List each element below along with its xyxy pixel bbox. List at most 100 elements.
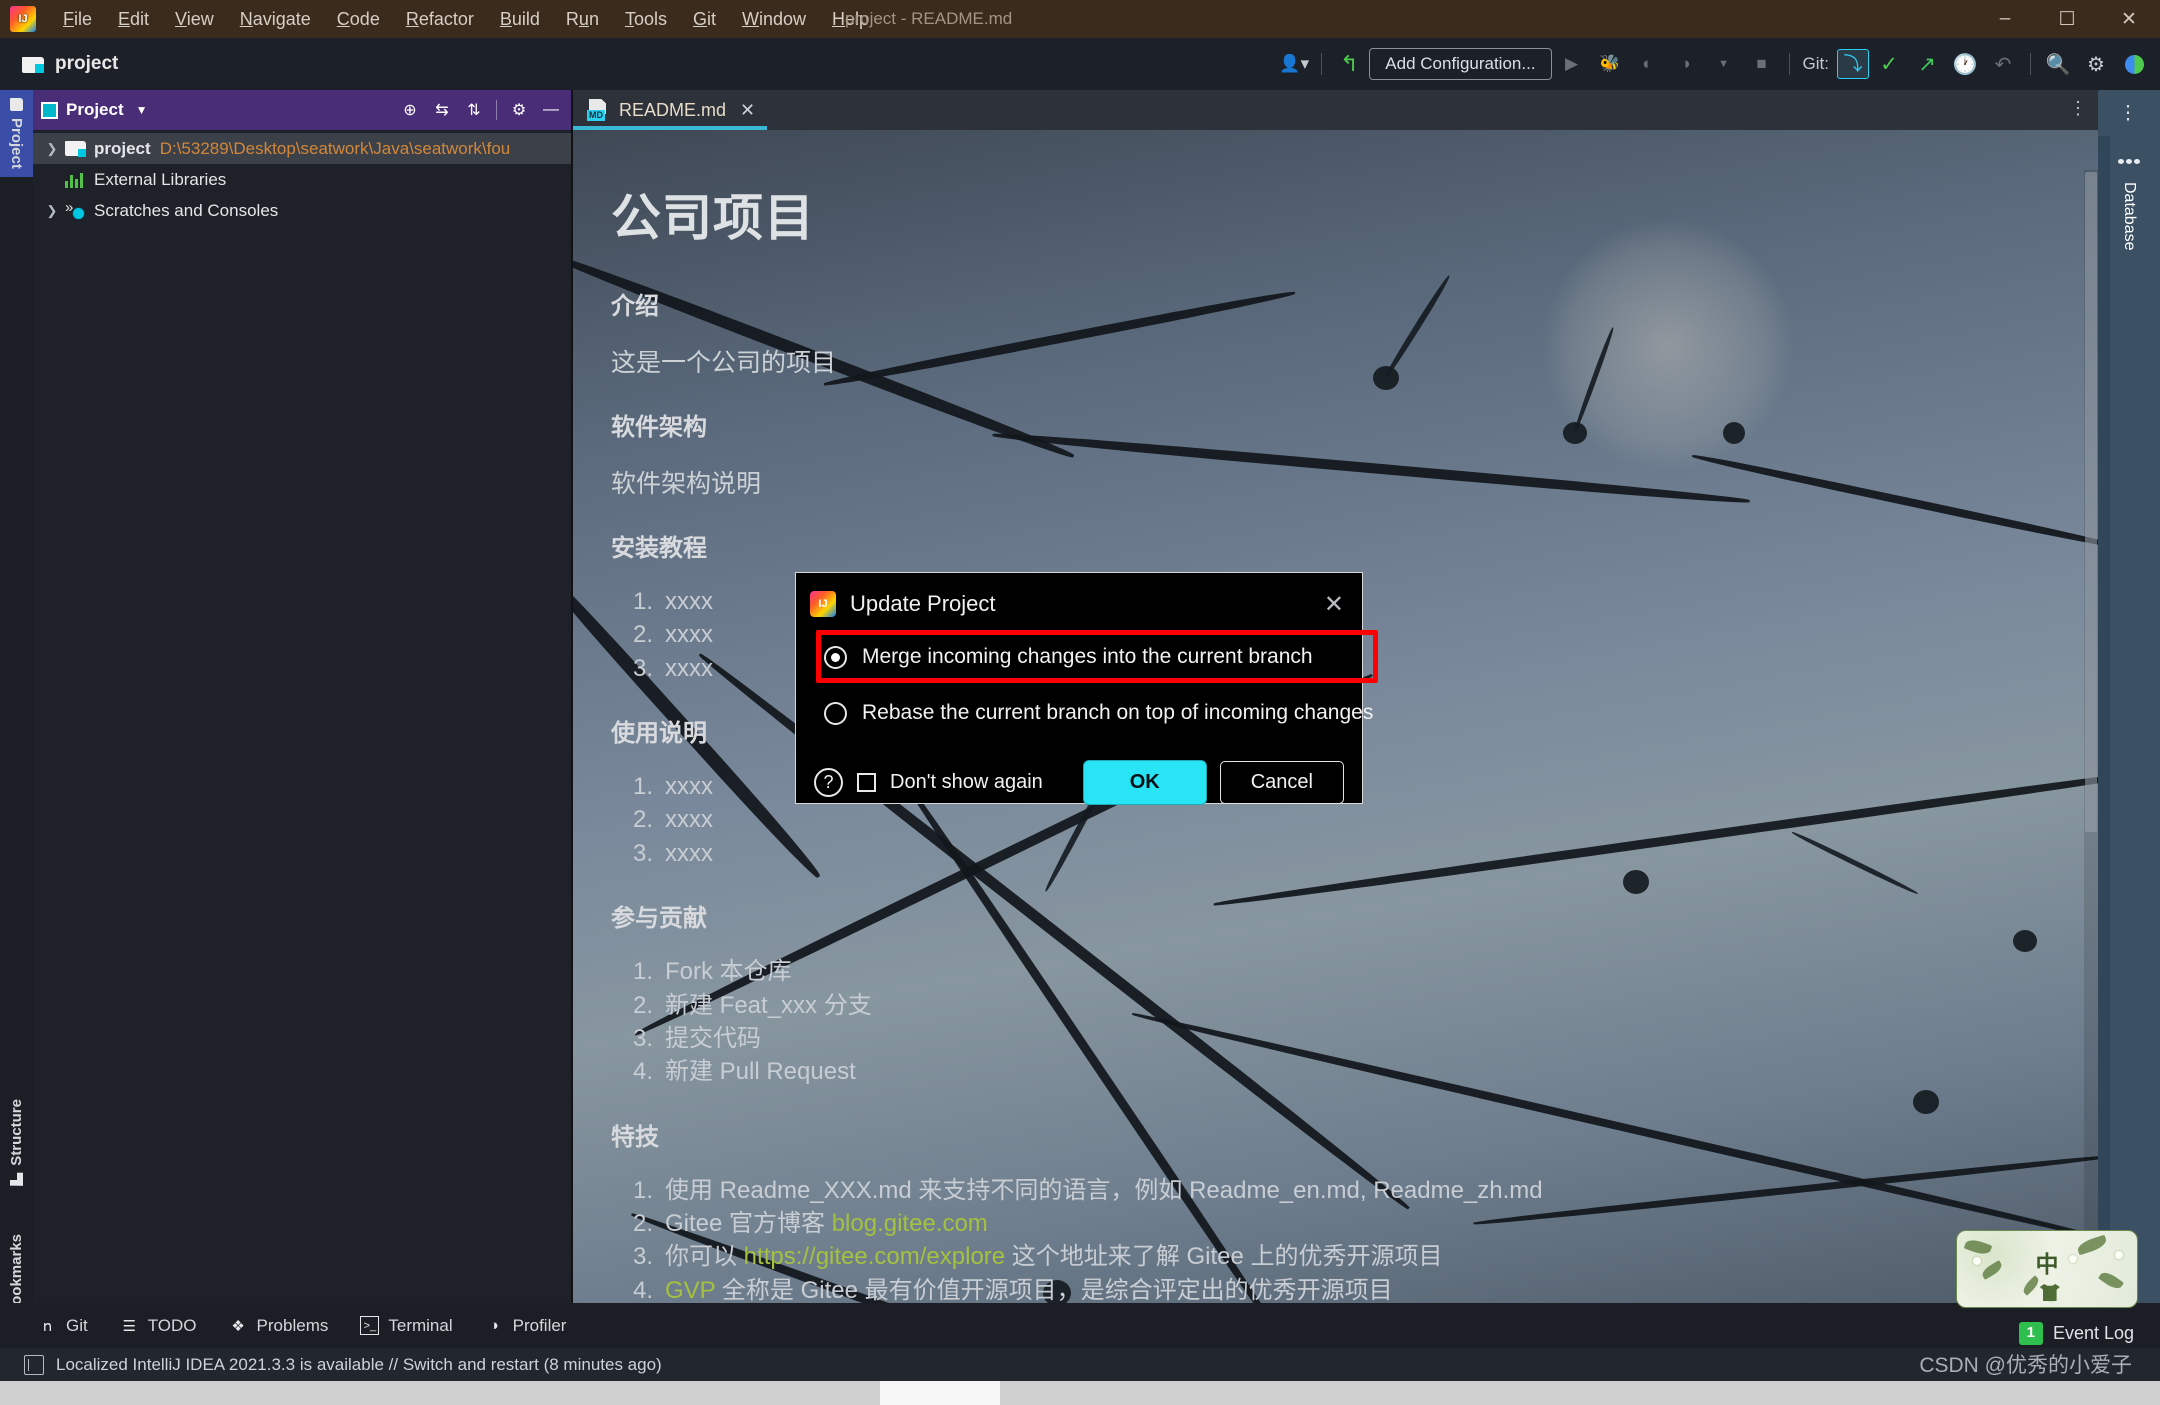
- menu-item-navigate[interactable]: Navigate: [227, 5, 324, 34]
- search-icon[interactable]: 🔍: [2040, 46, 2076, 82]
- stop-icon[interactable]: ■: [1744, 46, 1780, 82]
- menu-item-edit[interactable]: Edit: [105, 5, 162, 34]
- chevron-down-icon[interactable]: ▼: [1706, 46, 1742, 82]
- menu-item-tools[interactable]: Tools: [612, 5, 680, 34]
- sidebar-item-project[interactable]: Project: [0, 90, 33, 177]
- maximize-button[interactable]: ☐: [2036, 0, 2098, 38]
- close-icon[interactable]: ✕: [740, 100, 755, 121]
- profiler-icon: ◑: [489, 1317, 499, 1334]
- main-toolbar: project 👤▾ ↰ Add Configuration... ▶ 🐝 ◐ …: [0, 38, 2160, 90]
- todo-list-icon: ☰: [122, 1317, 136, 1335]
- update-project-dialog: Update Project ✕ Merge incoming changes …: [795, 572, 1378, 804]
- user-profile-icon[interactable]: 👤▾: [1276, 46, 1312, 82]
- radio-button-selected-icon[interactable]: [824, 645, 847, 669]
- list-item: 2. 新建 Feat_xxx 分支: [633, 991, 872, 1019]
- radio-button-icon[interactable]: [824, 701, 847, 725]
- menu-item-run[interactable]: Run: [553, 5, 612, 34]
- undo-arrow-icon[interactable]: ↰: [1331, 46, 1367, 82]
- help-icon[interactable]: ?: [814, 768, 843, 797]
- run-with-coverage-icon[interactable]: ◐: [1630, 46, 1666, 82]
- right-rail-more-icon[interactable]: ⋮: [2098, 90, 2160, 136]
- cancel-button[interactable]: Cancel: [1219, 761, 1344, 804]
- menu-item-git[interactable]: Git: [680, 5, 729, 34]
- ide-status-icon[interactable]: [2116, 46, 2152, 82]
- database-icon: [2118, 150, 2140, 172]
- left-rail-bottom-group: Structure Bookmarks: [0, 1014, 33, 1344]
- status-bar-message[interactable]: Localized IntelliJ IDEA 2021.3.3 is avai…: [56, 1355, 662, 1375]
- run-icon[interactable]: ▶: [1554, 46, 1590, 82]
- gear-icon[interactable]: ⚙: [505, 96, 533, 124]
- collapse-all-icon[interactable]: ⇅: [460, 96, 488, 124]
- menu-item-build[interactable]: Build: [487, 5, 553, 34]
- minimize-button[interactable]: –: [1974, 0, 2036, 38]
- git-rollback-icon[interactable]: ↶: [1985, 46, 2021, 82]
- tree-node-external-libraries[interactable]: ❯ External Libraries: [33, 164, 573, 195]
- editor-vertical-scrollbar[interactable]: [2084, 170, 2098, 1344]
- tool-window-terminal[interactable]: >_ Terminal: [360, 1316, 453, 1336]
- window-title-text: project - README.md: [845, 9, 1013, 28]
- menu-item-code[interactable]: Code: [324, 5, 393, 34]
- toolbar-project-chip[interactable]: project: [22, 53, 118, 75]
- tab-readme-md[interactable]: README.md ✕: [573, 90, 768, 130]
- menu-item-window[interactable]: Window: [729, 5, 819, 34]
- close-icon[interactable]: ✕: [1320, 590, 1348, 619]
- tree-node-project[interactable]: ❯ project D:\53289\Desktop\seatwork\Java…: [33, 133, 573, 164]
- sidebar-item-structure[interactable]: Structure: [0, 1091, 33, 1194]
- debug-icon[interactable]: 🐝: [1592, 46, 1628, 82]
- menu-item-view[interactable]: View: [162, 5, 227, 34]
- section-paragraph: 这是一个公司的项目: [611, 349, 837, 377]
- locate-icon[interactable]: ⊕: [396, 96, 424, 124]
- radio-option-rebase[interactable]: Rebase the current branch on top of inco…: [814, 691, 1373, 735]
- left-tool-window-rail: Project Structure Bookmarks: [0, 90, 33, 1344]
- ime-decor-flower: [2069, 1255, 2077, 1263]
- ok-button[interactable]: OK: [1083, 761, 1206, 804]
- section-heading: 软件架构: [611, 414, 707, 441]
- tool-window-profiler[interactable]: ◑ Profiler: [485, 1316, 567, 1336]
- ime-mode-label[interactable]: 中: [2036, 1245, 2059, 1279]
- git-commit-icon[interactable]: ✓: [1871, 46, 1907, 82]
- tool-window-git[interactable]: ո Git: [38, 1316, 88, 1336]
- external-link[interactable]: https://gitee.com/explore: [744, 1243, 1005, 1270]
- project-panel-actions: ⊕ ⇆ ⇅ ⚙ —: [396, 96, 565, 124]
- sidebar-item-database[interactable]: Database: [2098, 136, 2160, 265]
- menu-item-file[interactable]: File: [50, 5, 105, 34]
- editor-more-options-icon[interactable]: ⋮: [2069, 98, 2088, 119]
- toolbar-divider-2: [1788, 53, 1790, 75]
- chevron-down-icon[interactable]: ▼: [136, 103, 148, 117]
- rail-label-database: Database: [2121, 182, 2138, 251]
- window-controls: – ☐ ✕: [1974, 0, 2160, 38]
- add-configuration-button[interactable]: Add Configuration...: [1369, 48, 1552, 80]
- tree-node-label: External Libraries: [94, 169, 227, 189]
- toolbar-right-group: 👤▾ ↰ Add Configuration... ▶ 🐝 ◐ ◑ ▼ ■ Gi…: [1276, 38, 2152, 90]
- tool-window-label: TODO: [147, 1315, 197, 1335]
- git-history-icon[interactable]: 🕐: [1947, 46, 1983, 82]
- radio-option-merge[interactable]: Merge incoming changes into the current …: [814, 635, 1344, 679]
- profile-icon[interactable]: ◑: [1668, 46, 1704, 82]
- close-button[interactable]: ✕: [2098, 0, 2160, 38]
- tool-window-todo[interactable]: ☰ TODO: [120, 1316, 197, 1336]
- git-push-icon[interactable]: ↗: [1909, 46, 1945, 82]
- external-link[interactable]: GVP: [665, 1277, 715, 1304]
- ime-decor-flower: [1973, 1257, 1981, 1265]
- ime-floating-panel[interactable]: 中 ，: [1956, 1230, 2138, 1308]
- scrollbar-thumb[interactable]: [2085, 172, 2097, 832]
- tree-node-scratches-and-consoles[interactable]: ❯ Scratches and Consoles: [33, 195, 573, 226]
- event-log-status[interactable]: 1 Event Log: [2018, 1322, 2134, 1345]
- list-item: 3. 提交代码: [633, 1024, 761, 1052]
- page-title: 公司项目: [611, 190, 815, 246]
- tool-window-problems[interactable]: ❖ Problems: [229, 1316, 328, 1336]
- event-log-label: Event Log: [2052, 1323, 2134, 1344]
- menu-item-refactor[interactable]: Refactor: [393, 5, 487, 34]
- dont-show-again-checkbox[interactable]: [857, 773, 876, 792]
- expand-arrow-icon[interactable]: ❯: [39, 141, 65, 157]
- hide-icon[interactable]: —: [537, 96, 565, 124]
- notification-icon[interactable]: [24, 1354, 44, 1375]
- external-link[interactable]: blog.gitee.com: [832, 1210, 988, 1237]
- gear-icon[interactable]: ⚙: [2078, 46, 2114, 82]
- project-tool-window: Project ▼ ⊕ ⇆ ⇅ ⚙ — ❯ project D:\53289\D…: [33, 90, 573, 1344]
- expand-all-icon[interactable]: ⇆: [428, 96, 456, 124]
- ime-decor-leaf: [2098, 1269, 2124, 1292]
- project-tree: ❯ project D:\53289\Desktop\seatwork\Java…: [33, 130, 573, 226]
- git-update-project-icon[interactable]: ⤵: [1837, 49, 1869, 79]
- expand-arrow-icon[interactable]: ❯: [39, 203, 65, 219]
